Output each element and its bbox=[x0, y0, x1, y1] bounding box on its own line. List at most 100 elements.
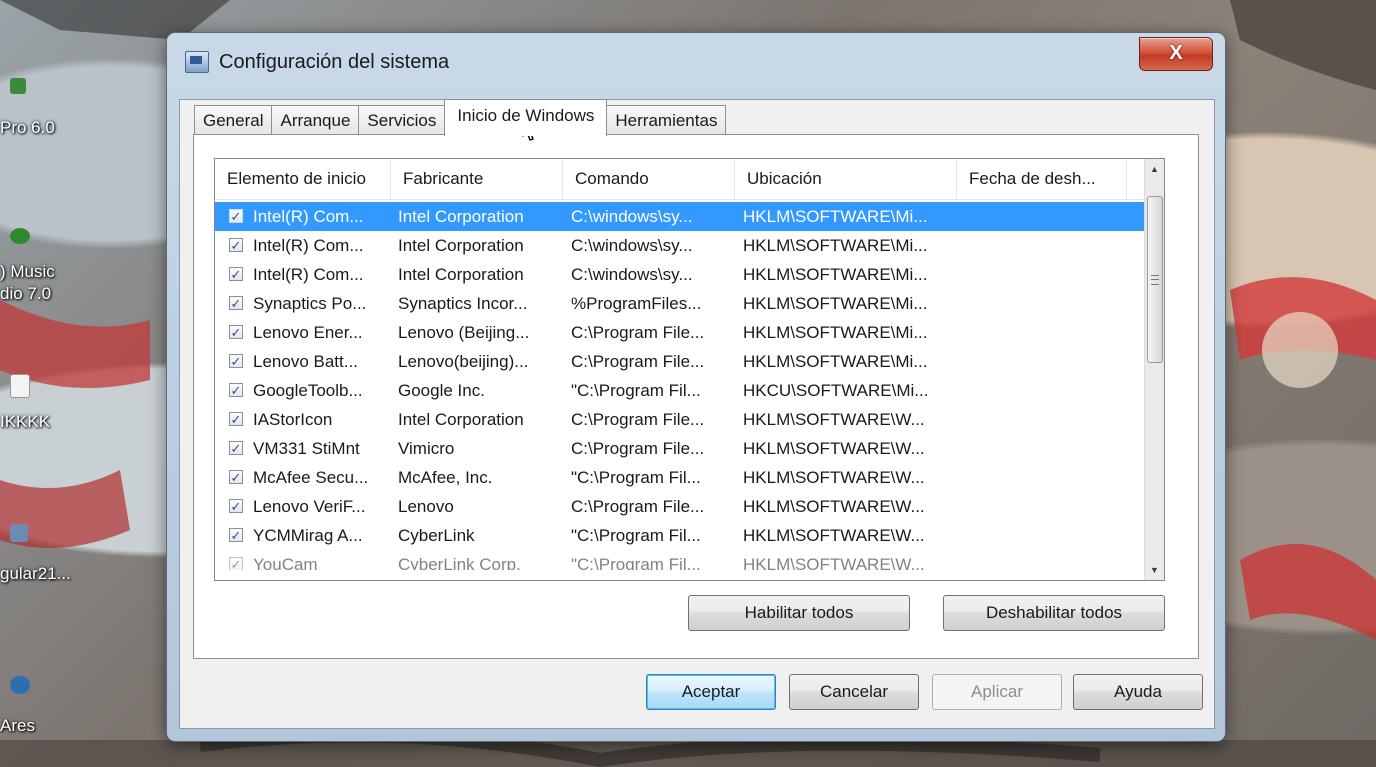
list-item[interactable]: ✓ Intel(R) Com... Intel Corporation C:\wind… bbox=[215, 231, 1145, 260]
startup-item-name: Synaptics Po... bbox=[253, 294, 367, 313]
column-header-startup-item[interactable]: Elemento de inicio bbox=[215, 159, 391, 199]
startup-item-checkbox[interactable]: ✓ bbox=[229, 354, 243, 369]
startup-item-manufacturer: CyberLink Corp. bbox=[398, 555, 521, 570]
startup-item-command: "C:\Program Fil... bbox=[571, 381, 701, 400]
list-item[interactable]: ✓ GoogleToolb... Google Inc. "C:\Program Fi… bbox=[215, 376, 1145, 405]
ares-icon bbox=[10, 676, 30, 694]
startup-item-command: C:\Program File... bbox=[571, 439, 705, 458]
startup-item-location: HKLM\SOFTWARE\Mi... bbox=[743, 236, 928, 255]
startup-item-location: HKLM\SOFTWARE\W... bbox=[743, 439, 925, 458]
startup-item-checkbox[interactable]: ✓ bbox=[229, 267, 243, 282]
startup-item-location: HKLM\SOFTWARE\Mi... bbox=[743, 265, 928, 284]
vertical-scrollbar[interactable]: ▲ ▼ bbox=[1144, 159, 1164, 580]
column-header-command[interactable]: Comando bbox=[563, 159, 735, 199]
startup-item-name: IAStorIcon bbox=[253, 410, 333, 429]
enable-all-button[interactable]: Habilitar todos bbox=[688, 595, 910, 631]
startup-item-manufacturer: Intel Corporation bbox=[398, 265, 524, 284]
column-header-manufacturer[interactable]: Fabricante bbox=[391, 159, 563, 199]
startup-item-location: HKLM\SOFTWARE\W... bbox=[743, 526, 925, 545]
file-icon bbox=[10, 374, 30, 398]
desktop-icon-label: ) Music bbox=[0, 262, 55, 281]
startup-item-manufacturer: Lenovo(beijing)... bbox=[398, 352, 529, 371]
startup-item-name: Lenovo VeriF... bbox=[253, 497, 366, 516]
list-item[interactable]: ✓ Intel(R) Com... Intel Corporation C:\wind… bbox=[215, 202, 1145, 231]
startup-item-name: GoogleToolb... bbox=[253, 381, 363, 400]
startup-item-command: C:\windows\sy... bbox=[571, 236, 693, 255]
startup-item-location: HKLM\SOFTWARE\W... bbox=[743, 497, 925, 516]
startup-item-manufacturer: Intel Corporation bbox=[398, 410, 524, 429]
startup-item-checkbox[interactable]: ✓ bbox=[229, 557, 243, 570]
close-button[interactable]: X bbox=[1139, 37, 1213, 71]
startup-item-checkbox[interactable]: ✓ bbox=[229, 296, 243, 311]
startup-item-name: Intel(R) Com... bbox=[253, 265, 364, 284]
dialog-client-area: General Arranque Servicios Inicio de Win… bbox=[179, 99, 1215, 729]
system-config-window: Configuración del sistema X General Arra… bbox=[167, 33, 1225, 741]
list-header: Elemento de inicio Fabricante Comando Ub… bbox=[215, 159, 1145, 200]
app-icon bbox=[10, 524, 28, 542]
tab-general[interactable]: General bbox=[194, 105, 273, 136]
tab-inicio-de-windows[interactable]: Inicio de Windows bbox=[444, 99, 608, 136]
startup-item-command: C:\Program File... bbox=[571, 323, 705, 342]
startup-tab-panel: Elemento de inicio Fabricante Comando Ub… bbox=[193, 134, 1199, 659]
startup-item-location: HKLM\SOFTWARE\Mi... bbox=[743, 323, 928, 342]
list-item[interactable]: ✓ Lenovo VeriF... Lenovo C:\Program File...… bbox=[215, 492, 1145, 521]
startup-item-checkbox[interactable]: ✓ bbox=[229, 412, 243, 427]
startup-item-manufacturer: Lenovo (Beijing... bbox=[398, 323, 530, 342]
list-item[interactable]: ✓ Lenovo Batt... Lenovo(beijing)... C:\Prog… bbox=[215, 347, 1145, 376]
list-item[interactable]: ✓ Synaptics Po... Synaptics Incor... %Progr… bbox=[215, 289, 1145, 318]
list-item[interactable]: ✓ IAStorIcon Intel Corporation C:\Program F… bbox=[215, 405, 1145, 434]
startup-item-command: C:\Program File... bbox=[571, 497, 705, 516]
startup-item-manufacturer: Google Inc. bbox=[398, 381, 485, 400]
startup-item-location: HKLM\SOFTWARE\Mi... bbox=[743, 207, 928, 226]
list-item[interactable]: ✓ YouCam CyberLink Corp. "C:\Program Fil...… bbox=[215, 550, 1145, 570]
list-item[interactable]: ✓ Intel(R) Com... Intel Corporation C:\wind… bbox=[215, 260, 1145, 289]
startup-item-command: "C:\Program Fil... bbox=[571, 555, 701, 570]
list-item[interactable]: ✓ McAfee Secu... McAfee, Inc. "C:\Program F… bbox=[215, 463, 1145, 492]
scrollbar-thumb[interactable] bbox=[1147, 196, 1163, 363]
window-title: Configuración del sistema bbox=[219, 51, 450, 73]
startup-item-command: "C:\Program Fil... bbox=[571, 468, 701, 487]
startup-item-checkbox[interactable]: ✓ bbox=[229, 441, 243, 456]
startup-item-checkbox[interactable]: ✓ bbox=[229, 238, 243, 253]
startup-item-name: Lenovo Batt... bbox=[253, 352, 358, 371]
startup-item-checkbox[interactable]: ✓ bbox=[229, 528, 243, 543]
column-header-location[interactable]: Ubicación bbox=[735, 159, 957, 199]
scroll-down-arrow-icon[interactable]: ▼ bbox=[1145, 560, 1164, 580]
system-config-icon bbox=[185, 51, 209, 73]
startup-item-command: C:\windows\sy... bbox=[571, 207, 693, 226]
startup-item-manufacturer: CyberLink bbox=[398, 526, 475, 545]
tab-arranque[interactable]: Arranque bbox=[271, 105, 360, 136]
ok-button[interactable]: Aceptar bbox=[646, 674, 776, 710]
startup-item-location: HKLM\SOFTWARE\Mi... bbox=[743, 352, 928, 371]
apply-button[interactable]: Aplicar bbox=[932, 674, 1062, 710]
list-body: ✓ Intel(R) Com... Intel Corporation C:\wind… bbox=[215, 202, 1145, 570]
startup-items-list[interactable]: Elemento de inicio Fabricante Comando Ub… bbox=[214, 158, 1165, 581]
scroll-up-arrow-icon[interactable]: ▲ bbox=[1145, 159, 1164, 179]
tab-strip: General Arranque Servicios Inicio de Win… bbox=[194, 99, 727, 136]
desktop-icon-label: Ares bbox=[0, 716, 35, 735]
list-item[interactable]: ✓ YCMMirag A... CyberLink "C:\Program Fil..… bbox=[215, 521, 1145, 550]
startup-item-location: HKLM\SOFTWARE\W... bbox=[743, 555, 925, 570]
list-item[interactable]: ✓ Lenovo Ener... Lenovo (Beijing... C:\Prog… bbox=[215, 318, 1145, 347]
startup-item-checkbox[interactable]: ✓ bbox=[229, 325, 243, 340]
startup-item-command: %ProgramFiles... bbox=[571, 294, 702, 313]
tab-servicios[interactable]: Servicios bbox=[358, 105, 446, 136]
startup-item-name: VM331 StiMnt bbox=[253, 439, 360, 458]
startup-item-checkbox[interactable]: ✓ bbox=[229, 209, 243, 224]
cancel-button[interactable]: Cancelar bbox=[789, 674, 919, 710]
startup-item-checkbox[interactable]: ✓ bbox=[229, 499, 243, 514]
list-item[interactable]: ✓ VM331 StiMnt Vimicro C:\Program File... HK… bbox=[215, 434, 1145, 463]
disable-all-button[interactable]: Deshabilitar todos bbox=[943, 595, 1165, 631]
startup-item-command: C:\Program File... bbox=[571, 410, 705, 429]
startup-item-name: YCMMirag A... bbox=[253, 526, 363, 545]
startup-item-checkbox[interactable]: ✓ bbox=[229, 470, 243, 485]
tab-herramientas[interactable]: Herramientas bbox=[606, 105, 727, 136]
help-button[interactable]: Ayuda bbox=[1073, 674, 1203, 710]
column-header-disabled-date[interactable]: Fecha de desh... bbox=[957, 159, 1127, 199]
desktop-icon-label: IKKKK bbox=[0, 412, 51, 431]
app-icon bbox=[10, 78, 26, 94]
app-icon bbox=[10, 228, 30, 244]
startup-item-name: YouCam bbox=[253, 555, 318, 570]
startup-item-location: HKCU\SOFTWARE\Mi... bbox=[743, 381, 929, 400]
startup-item-checkbox[interactable]: ✓ bbox=[229, 383, 243, 398]
